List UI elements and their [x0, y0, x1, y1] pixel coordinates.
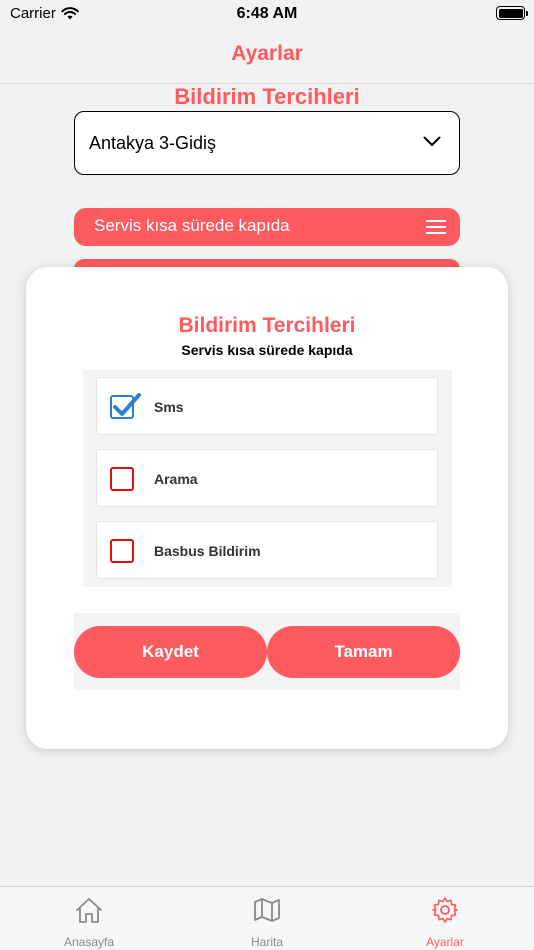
route-dropdown-value: Antakya 3-Gidiş	[89, 133, 217, 153]
page-title: Ayarlar	[231, 42, 303, 65]
home-icon	[76, 898, 102, 923]
modal-button-area: Kaydet Tamam	[74, 613, 460, 690]
status-bar: Carrier 6:48 AM	[0, 0, 534, 28]
save-button[interactable]: Kaydet	[74, 626, 267, 678]
checkmark-icon	[113, 393, 141, 416]
route-dropdown[interactable]: Antakya 3-Gidiş	[74, 111, 460, 175]
tab-settings[interactable]: Ayarlar	[356, 887, 534, 950]
option-sms[interactable]: Sms	[96, 377, 438, 435]
notification-row-label: Servis kısa sürede kapıda	[94, 216, 290, 235]
notification-preferences-modal: Bildirim Tercihleri Servis kısa sürede k…	[26, 267, 508, 749]
tab-map[interactable]: Harita	[178, 887, 356, 950]
option-basbus-notification[interactable]: Basbus Bildirim	[96, 521, 438, 579]
modal-title: Bildirim Tercihleri	[178, 314, 356, 337]
notification-row[interactable]: Servis kısa sürede kapıda	[74, 208, 460, 246]
navigation-bar: Ayarlar	[0, 28, 534, 84]
option-label: Basbus Bildirim	[154, 543, 261, 559]
option-label: Arama	[154, 471, 198, 487]
tab-home[interactable]: Anasayfa	[0, 887, 178, 950]
modal-subtitle: Servis kısa sürede kapıda	[181, 342, 353, 358]
section-title: Bildirim Tercihleri	[174, 84, 360, 109]
basbus-checkbox[interactable]	[110, 539, 134, 563]
tab-label: Harita	[250, 935, 283, 949]
tab-label: Anasayfa	[63, 935, 115, 949]
map-icon	[254, 898, 280, 922]
options-list: Sms Arama Basbus Bildirim	[83, 370, 452, 587]
tab-label: Ayarlar	[426, 935, 464, 949]
option-call[interactable]: Arama	[96, 449, 438, 507]
gear-icon	[432, 897, 458, 923]
call-checkbox[interactable]	[110, 467, 134, 491]
tab-bar: Anasayfa Harita Ayarlar	[0, 886, 534, 950]
status-time: 6:48 AM	[236, 5, 298, 22]
sms-checkbox[interactable]	[110, 393, 141, 419]
menu-icon[interactable]	[426, 219, 446, 235]
option-label: Sms	[154, 399, 184, 415]
battery-icon	[496, 6, 528, 20]
chevron-down-icon	[423, 136, 441, 146]
ok-button[interactable]: Tamam	[267, 626, 460, 678]
